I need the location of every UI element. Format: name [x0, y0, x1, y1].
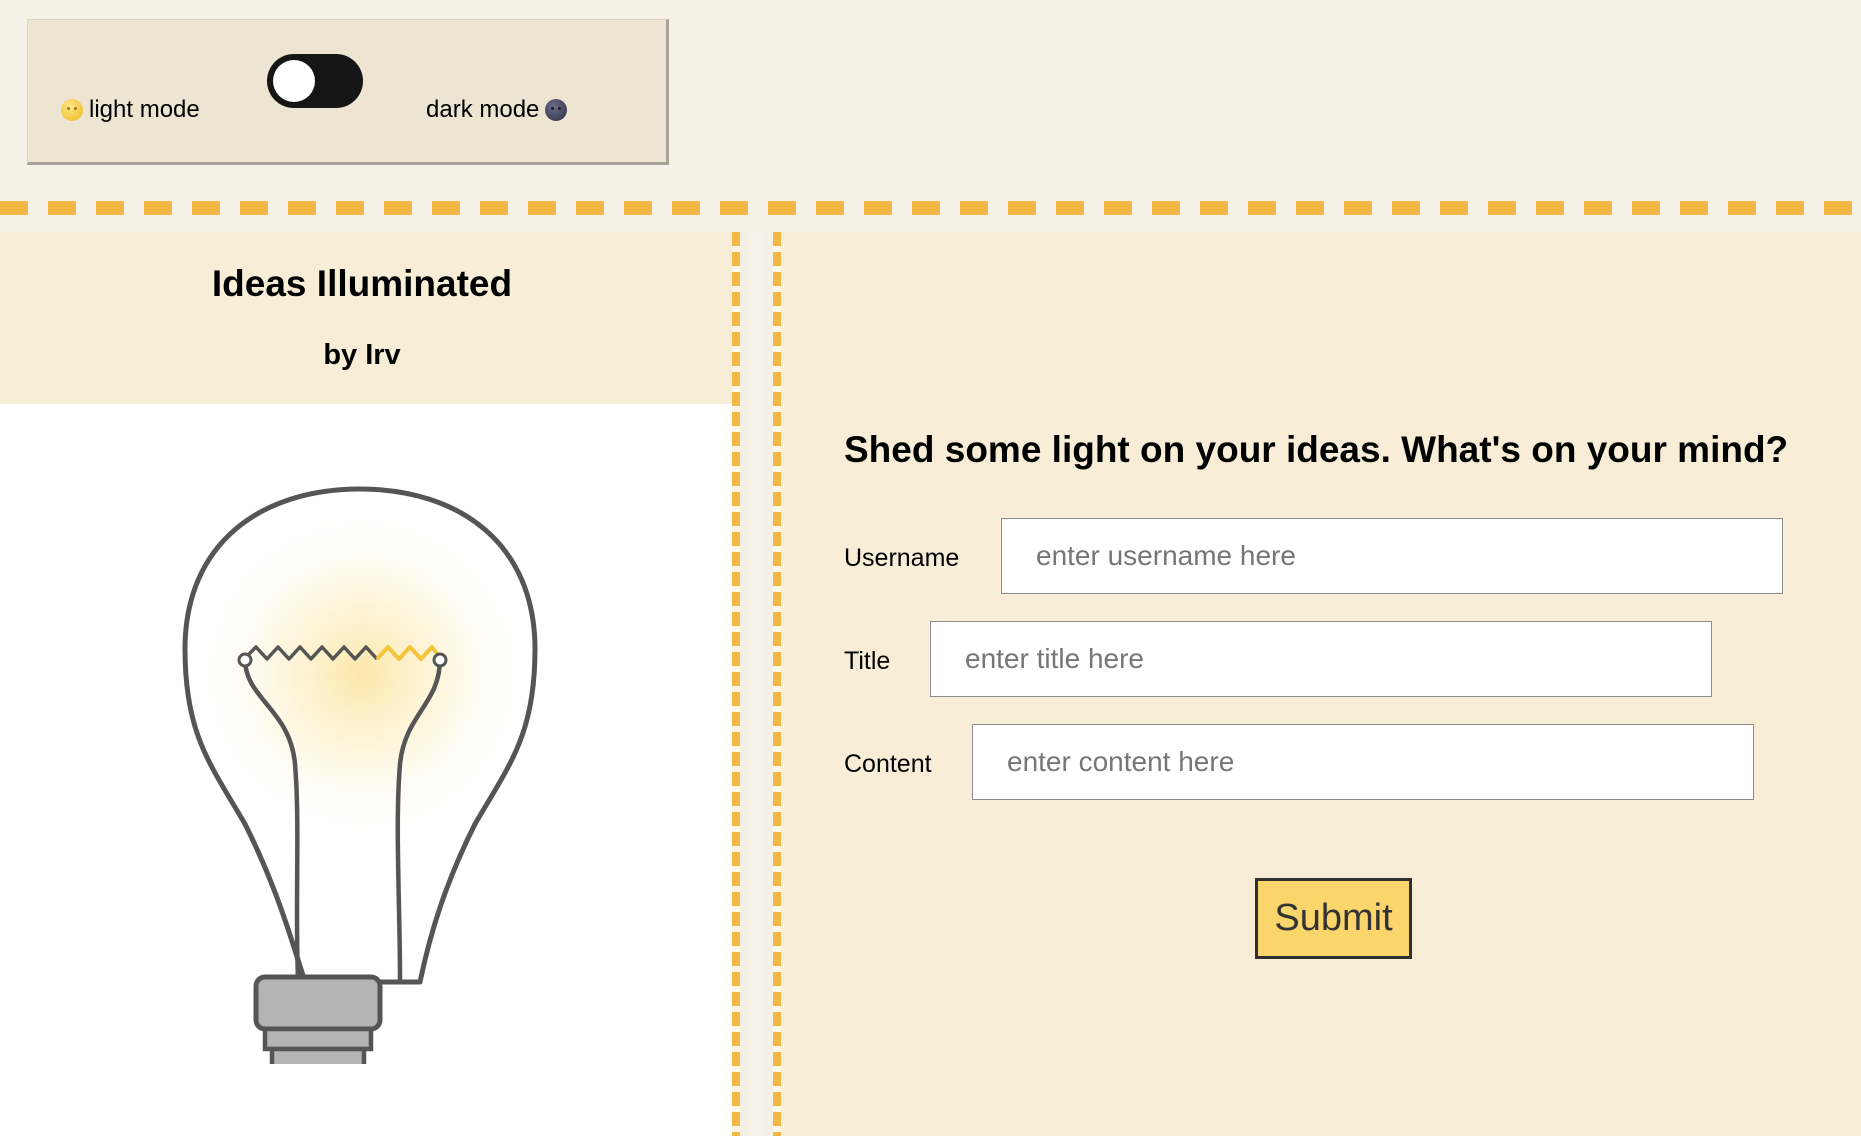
title-label: Title	[844, 647, 891, 675]
content-input[interactable]	[972, 724, 1754, 800]
illustration-area	[0, 404, 732, 1136]
light-mode-label: light mode	[61, 96, 200, 124]
content-label: Content	[844, 750, 932, 778]
column-gutter	[740, 232, 773, 1136]
theme-toggle-switch[interactable]	[267, 54, 363, 108]
username-label: Username	[844, 544, 960, 572]
blog-branding-column: Ideas Illuminated by Irv	[0, 232, 732, 1136]
blog-header: Ideas Illuminated by Irv	[0, 232, 732, 404]
submit-button[interactable]: Submit	[1255, 878, 1412, 959]
light-mode-text: light mode	[89, 96, 200, 123]
blog-author: by Irv	[323, 339, 401, 371]
horizontal-dashed-divider	[0, 201, 1861, 215]
new-post-form-column: Shed some light on your ideas. What's on…	[781, 232, 1861, 1136]
form-prompt-heading: Shed some light on your ideas. What's on…	[844, 429, 1789, 470]
theme-toggle-panel: light mode dark mode	[27, 19, 669, 165]
vertical-dashed-divider-left	[732, 232, 740, 1136]
vertical-dashed-divider-right	[773, 232, 781, 1136]
title-input[interactable]	[930, 621, 1712, 697]
dark-mode-text: dark mode	[426, 96, 540, 123]
username-input[interactable]	[1001, 518, 1783, 594]
lightbulb-icon	[182, 486, 538, 1064]
toggle-knob[interactable]	[273, 60, 315, 102]
moon-face-icon	[545, 99, 568, 121]
sun-face-icon	[61, 99, 83, 121]
dark-mode-label: dark mode	[426, 96, 568, 124]
blog-title: Ideas Illuminated	[211, 263, 513, 304]
